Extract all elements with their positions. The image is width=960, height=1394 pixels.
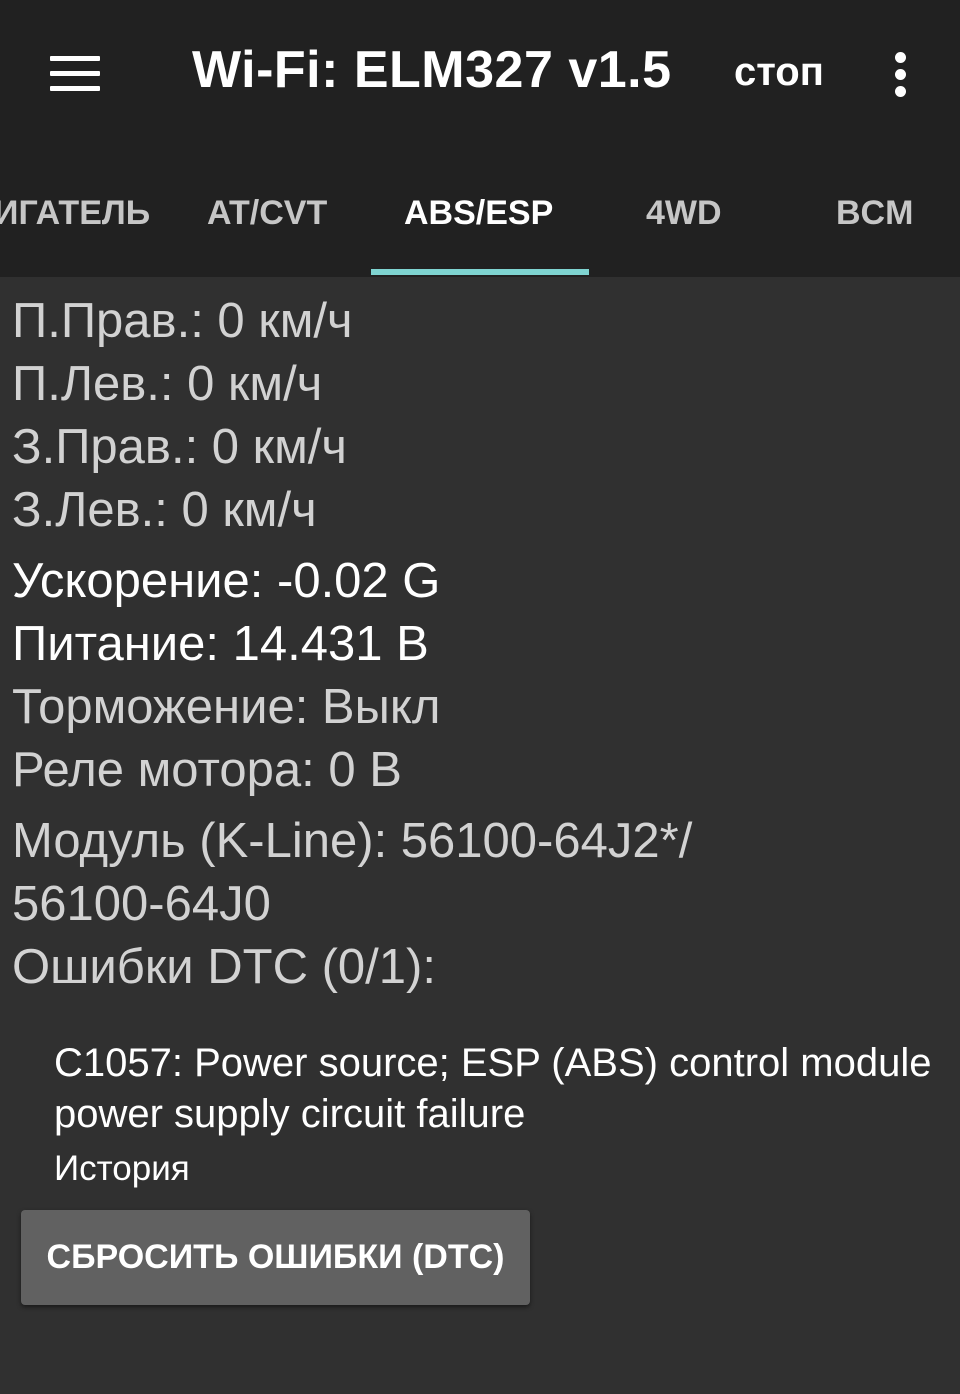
front-left-speed: П.Лев.: 0 км/ч: [12, 357, 323, 411]
abs-data-panel: П.Прав.: 0 км/ч П.Лев.: 0 км/ч З.Прав.: …: [12, 290, 952, 999]
tab-engine[interactable]: ИГАТЕЛЬ: [0, 194, 150, 233]
module-id-line2: 56100-64J0: [12, 877, 271, 931]
rear-right-speed: З.Прав.: 0 км/ч: [12, 420, 347, 474]
braking-reading: Торможение: Выкл: [12, 680, 441, 734]
reset-dtc-button[interactable]: СБРОСИТЬ ОШИБКИ (DTC): [21, 1210, 530, 1305]
rear-left-speed: З.Лев.: 0 км/ч: [12, 483, 317, 537]
stop-button[interactable]: стоп: [734, 50, 824, 95]
active-tab-indicator: [371, 269, 589, 275]
module-id-line1: Модуль (K-Line): 56100-64J2*/: [12, 814, 693, 868]
motor-relay-reading: Реле мотора: 0 В: [12, 743, 402, 797]
tab-bcm[interactable]: BCM: [836, 194, 913, 233]
dtc-description: C1057: Power source; ESP (ABS) control m…: [54, 1041, 932, 1136]
tab-4wd[interactable]: 4WD: [646, 194, 722, 233]
tab-abs-esp[interactable]: ABS/ESP: [404, 194, 553, 233]
dtc-header: Ошибки DTC (0/1):: [12, 940, 436, 994]
app-toolbar: Wi-Fi: ELM327 v1.5 стоп: [0, 0, 960, 150]
front-right-speed: П.Прав.: 0 км/ч: [12, 294, 353, 348]
dtc-status: История: [54, 1149, 190, 1188]
more-vertical-icon[interactable]: [888, 52, 914, 98]
tab-bar: ИГАТЕЛЬ AT/CVT ABS/ESP 4WD BCM: [0, 150, 960, 277]
menu-icon[interactable]: [50, 56, 100, 92]
app-title: Wi-Fi: ELM327 v1.5: [192, 41, 672, 99]
dtc-list-item: C1057: Power source; ESP (ABS) control m…: [54, 1038, 934, 1194]
acceleration-reading: Ускорение: -0.02 G: [12, 554, 441, 608]
tab-at-cvt[interactable]: AT/CVT: [207, 194, 327, 233]
power-reading: Питание: 14.431 В: [12, 617, 429, 671]
